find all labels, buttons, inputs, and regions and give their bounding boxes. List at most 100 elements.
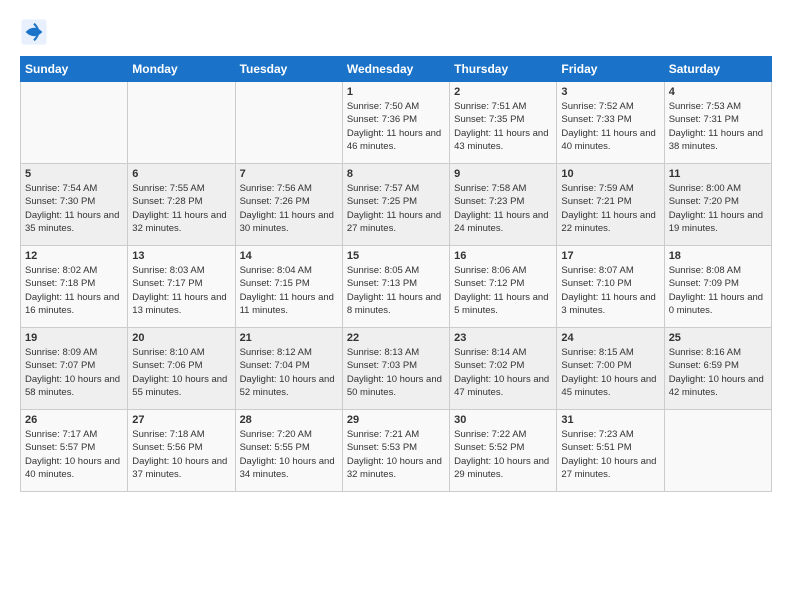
calendar-cell: 5Sunrise: 7:54 AM Sunset: 7:30 PM Daylig… xyxy=(21,164,128,246)
calendar-week-3: 12 Sunrise: 8:02 AM Sunset: 7:18 PM Dayli… xyxy=(21,246,772,328)
calendar-cell: 16Sunrise: 8:06 AM Sunset: 7:12 PM Dayli… xyxy=(450,246,557,328)
calendar-cell: 3 Sunrise: 7:52 AM Sunset: 7:33 PM Daylig… xyxy=(557,82,664,164)
calendar-cell xyxy=(21,82,128,164)
day-info: Sunrise: 7:56 AM Sunset: 7:26 PM Dayligh… xyxy=(240,182,338,235)
calendar-table: SundayMondayTuesdayWednesdayThursdayFrid… xyxy=(20,56,772,492)
calendar-cell: 18 Sunrise: 8:08 AM Sunset: 7:09 PM Dayli… xyxy=(664,246,771,328)
calendar-cell: 28Sunrise: 7:20 AM Sunset: 5:55 PM Dayli… xyxy=(235,410,342,492)
day-number: 24 xyxy=(561,332,659,344)
day-info: Sunrise: 8:15 AM Sunset: 7:00 PM Dayligh… xyxy=(561,346,659,399)
day-number: 18 xyxy=(669,250,767,262)
day-info: Sunrise: 8:07 AM Sunset: 7:10 PM Dayligh… xyxy=(561,264,659,317)
day-info: Sunrise: 7:55 AM Sunset: 7:28 PM Dayligh… xyxy=(132,182,230,235)
day-number: 20 xyxy=(132,332,230,344)
calendar-cell: 1 Sunrise: 7:50 AM Sunset: 7:36 PM Daylig… xyxy=(342,82,449,164)
calendar-cell xyxy=(128,82,235,164)
day-info: Sunrise: 8:08 AM Sunset: 7:09 PM Dayligh… xyxy=(669,264,767,317)
header-monday: Monday xyxy=(128,57,235,82)
calendar-cell: 2Sunrise: 7:51 AM Sunset: 7:35 PM Daylig… xyxy=(450,82,557,164)
day-info: Sunrise: 7:18 AM Sunset: 5:56 PM Dayligh… xyxy=(132,428,230,481)
day-info: Sunrise: 7:58 AM Sunset: 7:23 PM Dayligh… xyxy=(454,182,552,235)
calendar-cell xyxy=(664,410,771,492)
day-number: 12 xyxy=(25,250,123,262)
calendar-header: SundayMondayTuesdayWednesdayThursdayFrid… xyxy=(21,57,772,82)
logo xyxy=(20,18,52,46)
day-number: 9 xyxy=(454,168,552,180)
day-info: Sunrise: 8:02 AM Sunset: 7:18 PM Dayligh… xyxy=(25,264,123,317)
day-number: 25 xyxy=(669,332,767,344)
calendar-cell: 14 Sunrise: 8:04 AM Sunset: 7:15 PM Dayli… xyxy=(235,246,342,328)
day-info: Sunrise: 7:23 AM Sunset: 5:51 PM Dayligh… xyxy=(561,428,659,481)
day-number: 15 xyxy=(347,250,445,262)
calendar-cell: 22 Sunrise: 8:13 AM Sunset: 7:03 PM Dayli… xyxy=(342,328,449,410)
day-number: 10 xyxy=(561,168,659,180)
day-number: 11 xyxy=(669,168,767,180)
calendar-cell: 6 Sunrise: 7:55 AM Sunset: 7:28 PM Daylig… xyxy=(128,164,235,246)
calendar-cell: 8 Sunrise: 7:57 AM Sunset: 7:25 PM Daylig… xyxy=(342,164,449,246)
calendar-cell: 17 Sunrise: 8:07 AM Sunset: 7:10 PM Dayli… xyxy=(557,246,664,328)
logo-icon xyxy=(20,18,48,46)
day-info: Sunrise: 7:21 AM Sunset: 5:53 PM Dayligh… xyxy=(347,428,445,481)
calendar-cell: 23 Sunrise: 8:14 AM Sunset: 7:02 PM Dayli… xyxy=(450,328,557,410)
day-info: Sunrise: 7:59 AM Sunset: 7:21 PM Dayligh… xyxy=(561,182,659,235)
calendar-cell: 19 Sunrise: 8:09 AM Sunset: 7:07 PM Dayli… xyxy=(21,328,128,410)
calendar-week-4: 19 Sunrise: 8:09 AM Sunset: 7:07 PM Dayli… xyxy=(21,328,772,410)
day-info: Sunrise: 8:14 AM Sunset: 7:02 PM Dayligh… xyxy=(454,346,552,399)
day-info: Sunrise: 7:22 AM Sunset: 5:52 PM Dayligh… xyxy=(454,428,552,481)
day-info: Sunrise: 8:06 AM Sunset: 7:12 PM Dayligh… xyxy=(454,264,552,317)
calendar-cell: 13Sunrise: 8:03 AM Sunset: 7:17 PM Dayli… xyxy=(128,246,235,328)
calendar-week-5: 26 Sunrise: 7:17 AM Sunset: 5:57 PM Dayli… xyxy=(21,410,772,492)
day-info: Sunrise: 7:17 AM Sunset: 5:57 PM Dayligh… xyxy=(25,428,123,481)
day-number: 21 xyxy=(240,332,338,344)
day-number: 23 xyxy=(454,332,552,344)
calendar-cell: 26 Sunrise: 7:17 AM Sunset: 5:57 PM Dayli… xyxy=(21,410,128,492)
calendar-week-2: 5Sunrise: 7:54 AM Sunset: 7:30 PM Daylig… xyxy=(21,164,772,246)
day-number: 4 xyxy=(669,86,767,98)
calendar-cell xyxy=(235,82,342,164)
calendar-cell: 20Sunrise: 8:10 AM Sunset: 7:06 PM Dayli… xyxy=(128,328,235,410)
day-number: 22 xyxy=(347,332,445,344)
calendar-cell: 21Sunrise: 8:12 AM Sunset: 7:04 PM Dayli… xyxy=(235,328,342,410)
calendar-cell: 7 Sunrise: 7:56 AM Sunset: 7:26 PM Daylig… xyxy=(235,164,342,246)
calendar-cell: 11 Sunrise: 8:00 AM Sunset: 7:20 PM Dayli… xyxy=(664,164,771,246)
day-info: Sunrise: 7:20 AM Sunset: 5:55 PM Dayligh… xyxy=(240,428,338,481)
day-info: Sunrise: 8:04 AM Sunset: 7:15 PM Dayligh… xyxy=(240,264,338,317)
day-number: 29 xyxy=(347,414,445,426)
day-number: 1 xyxy=(347,86,445,98)
day-info: Sunrise: 7:51 AM Sunset: 7:35 PM Dayligh… xyxy=(454,100,552,153)
day-info: Sunrise: 8:09 AM Sunset: 7:07 PM Dayligh… xyxy=(25,346,123,399)
day-info: Sunrise: 7:52 AM Sunset: 7:33 PM Dayligh… xyxy=(561,100,659,153)
header-sunday: Sunday xyxy=(21,57,128,82)
day-number: 8 xyxy=(347,168,445,180)
header-wednesday: Wednesday xyxy=(342,57,449,82)
header-thursday: Thursday xyxy=(450,57,557,82)
day-number: 27 xyxy=(132,414,230,426)
day-number: 26 xyxy=(25,414,123,426)
day-info: Sunrise: 8:13 AM Sunset: 7:03 PM Dayligh… xyxy=(347,346,445,399)
calendar-cell: 12 Sunrise: 8:02 AM Sunset: 7:18 PM Dayli… xyxy=(21,246,128,328)
header-row xyxy=(20,18,772,46)
day-info: Sunrise: 8:05 AM Sunset: 7:13 PM Dayligh… xyxy=(347,264,445,317)
page: SundayMondayTuesdayWednesdayThursdayFrid… xyxy=(0,0,792,502)
day-info: Sunrise: 7:50 AM Sunset: 7:36 PM Dayligh… xyxy=(347,100,445,153)
calendar-cell: 29 Sunrise: 7:21 AM Sunset: 5:53 PM Dayli… xyxy=(342,410,449,492)
day-number: 6 xyxy=(132,168,230,180)
day-info: Sunrise: 7:57 AM Sunset: 7:25 PM Dayligh… xyxy=(347,182,445,235)
day-number: 17 xyxy=(561,250,659,262)
calendar-cell: 30Sunrise: 7:22 AM Sunset: 5:52 PM Dayli… xyxy=(450,410,557,492)
day-info: Sunrise: 8:16 AM Sunset: 6:59 PM Dayligh… xyxy=(669,346,767,399)
day-info: Sunrise: 7:53 AM Sunset: 7:31 PM Dayligh… xyxy=(669,100,767,153)
day-number: 7 xyxy=(240,168,338,180)
calendar-cell: 27 Sunrise: 7:18 AM Sunset: 5:56 PM Dayli… xyxy=(128,410,235,492)
day-number: 14 xyxy=(240,250,338,262)
day-number: 19 xyxy=(25,332,123,344)
day-info: Sunrise: 7:54 AM Sunset: 7:30 PM Dayligh… xyxy=(25,182,123,235)
day-number: 13 xyxy=(132,250,230,262)
header-saturday: Saturday xyxy=(664,57,771,82)
calendar-cell: 4 Sunrise: 7:53 AM Sunset: 7:31 PM Daylig… xyxy=(664,82,771,164)
day-info: Sunrise: 8:00 AM Sunset: 7:20 PM Dayligh… xyxy=(669,182,767,235)
calendar-cell: 24 Sunrise: 8:15 AM Sunset: 7:00 PM Dayli… xyxy=(557,328,664,410)
calendar-cell: 25 Sunrise: 8:16 AM Sunset: 6:59 PM Dayli… xyxy=(664,328,771,410)
day-number: 3 xyxy=(561,86,659,98)
calendar-week-1: 1 Sunrise: 7:50 AM Sunset: 7:36 PM Daylig… xyxy=(21,82,772,164)
